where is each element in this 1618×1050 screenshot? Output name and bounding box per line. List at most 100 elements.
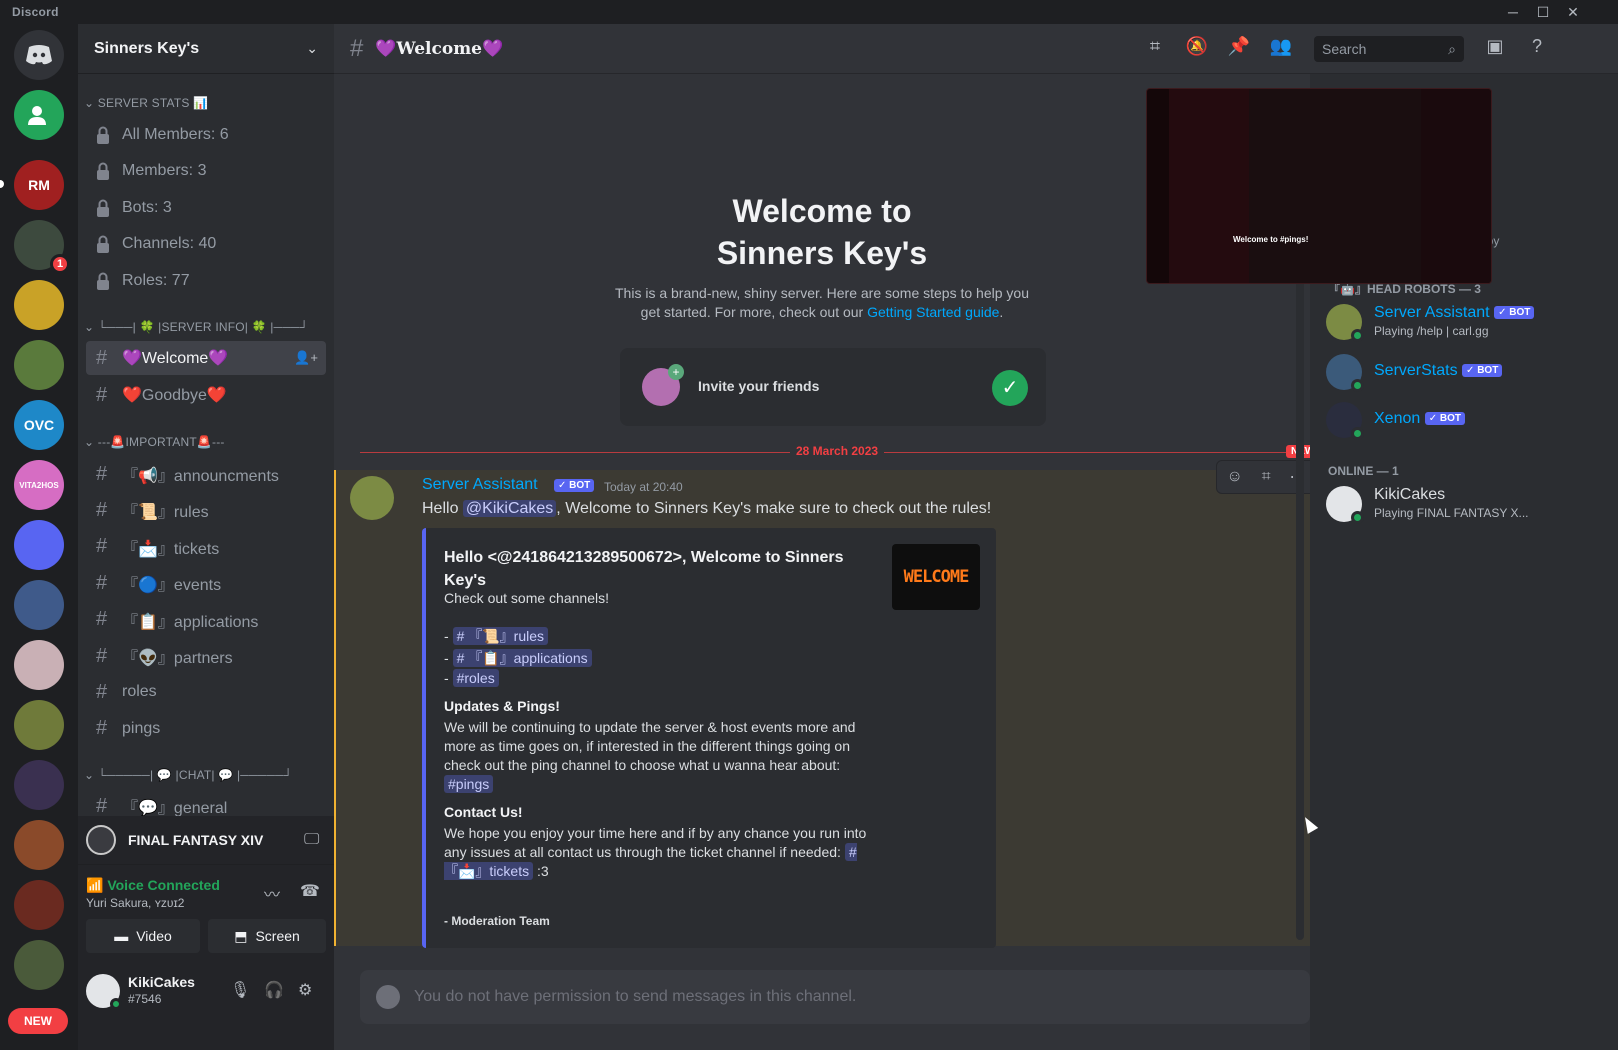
signal-icon: 📶 xyxy=(86,877,104,893)
welcome-desc-1: This is a brand-new, shiny server. Here … xyxy=(615,285,1029,301)
server-icon[interactable] xyxy=(14,520,64,570)
hash-icon: # xyxy=(96,571,108,594)
channel-link-applications[interactable]: # 『📋』applications xyxy=(452,649,592,667)
user-mention[interactable]: @KikiCakes xyxy=(462,500,557,517)
chevron-down-icon: ⌄ xyxy=(84,435,98,449)
stat-channel[interactable]: Members: 3 xyxy=(86,154,326,188)
channel-list: ⌄ SERVER STATS 📊 All Members: 6 Members: 3… xyxy=(78,74,334,816)
category-header[interactable]: ⌄ └───| 🍀 |SERVER INFO| 🍀 |───┘ xyxy=(84,320,308,334)
message-avatar[interactable] xyxy=(350,476,394,520)
noise-suppression-icon[interactable]: 〰 xyxy=(264,881,280,905)
channel-name: 『👽』partners xyxy=(122,650,233,667)
pin-icon[interactable]: 📌 xyxy=(1226,36,1252,62)
close-icon[interactable]: ✕ xyxy=(1558,2,1588,22)
hash-icon: # xyxy=(96,608,108,631)
invite-user-icon[interactable]: 👤+ xyxy=(294,350,318,366)
server-icon[interactable]: VITA2HOS xyxy=(14,460,64,510)
member-row[interactable]: Server Assistant ✓ BOT Playing /help | ca… xyxy=(1326,300,1606,344)
maximize-icon[interactable]: ☐ xyxy=(1528,2,1558,22)
member-row[interactable]: ServerStats ✓ BOT xyxy=(1326,350,1606,394)
stat-channel[interactable]: Bots: 3 xyxy=(86,191,326,225)
create-thread-icon[interactable]: ⌗ xyxy=(1262,468,1271,486)
channel-item[interactable]: # 『🔵』events xyxy=(86,566,326,600)
category-header[interactable]: ⌄ └─────| 💬 |CHAT| 💬 |─────┘ xyxy=(84,768,292,782)
status-dot xyxy=(1351,329,1364,342)
channel-name: pings xyxy=(122,719,161,737)
member-row[interactable]: KikiCakes Playing FINAL FANTASY X... xyxy=(1326,482,1606,526)
welcome-desc-end: . xyxy=(999,304,1004,320)
status-dot xyxy=(1351,379,1364,392)
direct-messages-button[interactable] xyxy=(14,30,64,80)
friends-button[interactable] xyxy=(14,90,64,140)
member-group-header: ONLINE — 1 xyxy=(1328,464,1399,478)
server-icon[interactable] xyxy=(14,580,64,630)
help-icon[interactable]: ? xyxy=(1524,36,1550,62)
channel-item[interactable]: # 『📋』applications xyxy=(86,603,326,637)
video-button[interactable]: ▬ Video xyxy=(86,919,200,953)
channel-item[interactable]: # 『💬』general xyxy=(86,789,326,817)
search-icon: ⌕ xyxy=(1448,40,1456,57)
channel-name: Roles: 77 xyxy=(122,271,190,289)
channel-item[interactable]: # 『📜』rules xyxy=(86,493,326,527)
stat-channel[interactable]: All Members: 6 xyxy=(86,118,326,152)
stream-preview[interactable]: Welcome to #pings! xyxy=(1146,88,1492,284)
channel-link-roles[interactable]: #roles xyxy=(452,669,499,687)
stat-channel[interactable]: Roles: 77 xyxy=(86,264,326,298)
server-icon[interactable] xyxy=(14,280,64,330)
server-icon[interactable]: OVC xyxy=(14,400,64,450)
embed-footer: - Moderation Team xyxy=(444,914,550,928)
avatar[interactable] xyxy=(86,974,122,1010)
hash-icon: # xyxy=(96,717,108,740)
channel-item[interactable]: # 💜Welcome💜 👤+ xyxy=(86,341,326,375)
member-list-icon[interactable]: 👥 xyxy=(1268,36,1294,62)
add-reaction-icon[interactable]: ☺ xyxy=(1226,468,1242,486)
getting-started-link[interactable]: Getting Started guide xyxy=(867,304,999,320)
message-author[interactable]: Server Assistant xyxy=(422,476,538,494)
headphones-icon[interactable]: 🎧 xyxy=(264,980,284,1000)
screen-button[interactable]: ⬒ Screen xyxy=(208,919,326,953)
server-icon[interactable] xyxy=(14,340,64,390)
new-badge[interactable]: NEW xyxy=(8,1008,68,1034)
minimize-icon[interactable]: ─ xyxy=(1498,2,1528,22)
disconnect-icon[interactable]: ☎ xyxy=(300,881,320,901)
server-header[interactable]: Sinners Key's ⌄ xyxy=(78,24,334,74)
invite-friends-card[interactable]: + Invite your friends ✓ xyxy=(620,348,1046,426)
stat-channel[interactable]: Channels: 40 xyxy=(86,227,326,261)
channel-item[interactable]: # ❤️Goodbye❤️ xyxy=(86,378,326,412)
channel-link-rules[interactable]: # 『📜』rules xyxy=(452,627,549,645)
updates-title: Updates & Pings! xyxy=(444,698,560,714)
category-header[interactable]: ⌄ SERVER STATS 📊 xyxy=(84,96,208,110)
channel-name: Members: 3 xyxy=(122,162,207,180)
microphone-icon[interactable]: 🎙 xyxy=(230,980,250,1000)
welcome-desc-2: get started. For more, check out our xyxy=(640,304,864,320)
status-dot xyxy=(110,998,122,1010)
message-time: Today at 20:40 xyxy=(604,480,683,494)
server-icon[interactable] xyxy=(14,820,64,870)
search-input[interactable]: Search ⌕ xyxy=(1314,36,1464,62)
gear-icon[interactable]: ⚙ xyxy=(298,980,312,1000)
channel-item[interactable]: # 『👽』partners xyxy=(86,639,326,673)
threads-icon[interactable]: ⌗ xyxy=(1142,36,1168,62)
channel-item[interactable]: # roles xyxy=(86,675,326,709)
voice-panel: 📶 Voice Connected Yuri Sakura, ʏᴢᴜɪ2 〰 ☎… xyxy=(78,864,334,956)
server-icon[interactable] xyxy=(14,940,64,990)
server-icon[interactable] xyxy=(14,640,64,690)
channel-item[interactable]: # pings xyxy=(86,712,326,746)
server-icon[interactable] xyxy=(14,760,64,810)
channel-name: Channels: 40 xyxy=(122,235,217,253)
server-icon[interactable]: RM xyxy=(14,160,64,210)
embed-subtitle: Check out some channels! xyxy=(444,590,609,606)
embed-thumbnail[interactable]: WELCOME xyxy=(892,544,980,610)
server-icon[interactable] xyxy=(14,700,64,750)
server-icon[interactable] xyxy=(14,880,64,930)
category-header[interactable]: ⌄ ---🚨IMPORTANT🚨--- xyxy=(84,435,225,449)
channel-item[interactable]: # 『📩』tickets xyxy=(86,530,326,564)
channel-name: 『📩』tickets xyxy=(122,540,220,558)
member-row[interactable]: Xenon ✓ BOT xyxy=(1326,398,1606,442)
screen-share-icon[interactable]: 🖵 xyxy=(304,831,334,849)
channel-link-pings[interactable]: #pings xyxy=(444,775,494,793)
channel-item[interactable]: # 『📢』announcments xyxy=(86,457,326,491)
server-icon[interactable]: 1 xyxy=(14,220,70,274)
notification-muted-icon[interactable]: 🔕 xyxy=(1184,36,1210,62)
inbox-icon[interactable]: ▣ xyxy=(1482,36,1508,62)
